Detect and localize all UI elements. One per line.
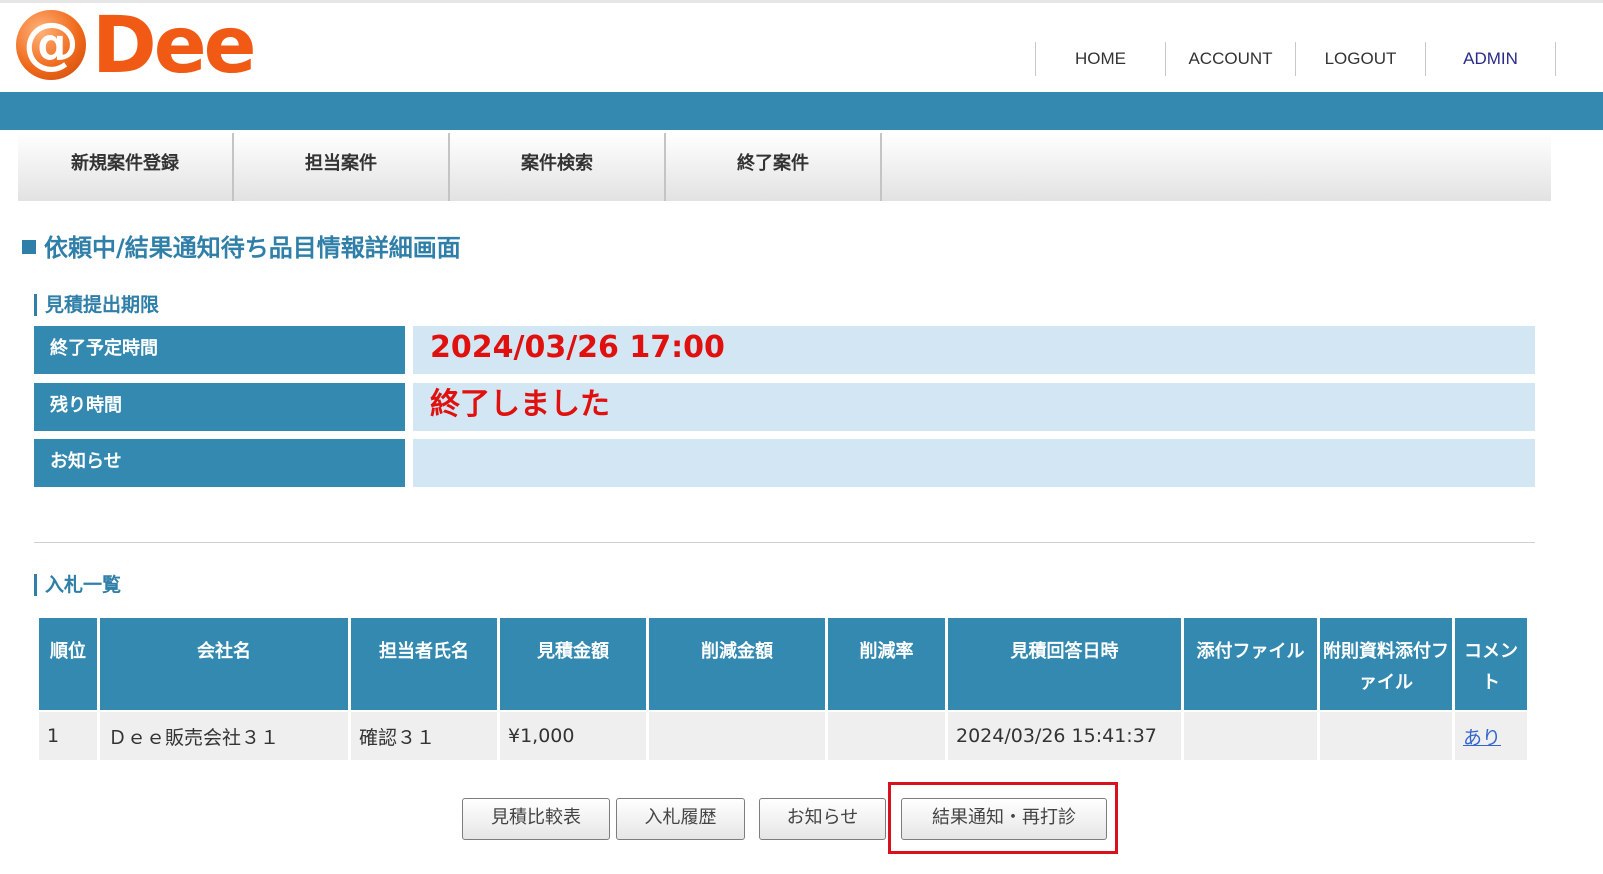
col-reduction-rate: 削減率: [828, 618, 945, 710]
page-title-text: 依頼中/結果通知待ち品目情報詳細画面: [44, 234, 461, 262]
cell-comment: あり: [1455, 712, 1527, 760]
menu-assigned-projects[interactable]: 担当案件: [234, 133, 450, 201]
cell-attachment: [1184, 712, 1317, 760]
deadline-section-label: 見積提出期限: [34, 294, 159, 316]
bids-header-row: 順位 会社名 担当者氏名 見積金額 削減金額 削減率 見積回答日時 添付ファイル…: [39, 618, 1527, 710]
compare-button[interactable]: 見積比較表: [462, 798, 610, 840]
col-comment: コメント: [1455, 618, 1527, 710]
info-row-notice: お知らせ: [34, 439, 1535, 487]
highlight-annotation-box: [888, 782, 1118, 854]
cell-estimate: ¥1,000: [500, 712, 646, 760]
title-square-icon: [22, 240, 36, 254]
cell-reduction: [649, 712, 825, 760]
col-attachment: 添付ファイル: [1184, 618, 1317, 710]
table-row: 1 Ｄｅｅ販売会社３１ 確認３１ ¥1,000 2024/03/26 15:41…: [39, 712, 1527, 760]
cell-contact: 確認３１: [351, 712, 497, 760]
logo-at-mark: @: [16, 10, 86, 80]
bid-history-button[interactable]: 入札履歴: [616, 798, 745, 840]
col-answer-datetime: 見積回答日時: [948, 618, 1181, 710]
notice-button[interactable]: お知らせ: [759, 798, 886, 840]
info-row-end-time: 終了予定時間 2024/03/26 17:00: [34, 326, 1535, 374]
cell-reduction-rate: [828, 712, 945, 760]
logo-wordmark: Dee: [92, 1, 257, 91]
page-title: 依頼中/結果通知待ち品目情報詳細画面: [22, 228, 461, 263]
cell-company: Ｄｅｅ販売会社３１: [100, 712, 348, 760]
top-navigation: HOME ACCOUNT LOGOUT ADMIN: [1035, 42, 1556, 76]
col-reduction: 削減金額: [649, 618, 825, 710]
col-estimate: 見積金額: [500, 618, 646, 710]
main-menu: 新規案件登録 担当案件 案件検索 終了案件: [18, 133, 1551, 201]
menu-new-project[interactable]: 新規案件登録: [18, 133, 234, 201]
cell-answer-datetime: 2024/03/26 15:41:37: [948, 712, 1181, 760]
end-time-label: 終了予定時間: [34, 326, 405, 374]
remaining-time-value: 終了しました: [413, 383, 1535, 431]
section-divider: [34, 542, 1535, 543]
notice-value: [413, 439, 1535, 487]
menu-closed-projects[interactable]: 終了案件: [666, 133, 882, 201]
nav-admin-link[interactable]: ADMIN: [1425, 42, 1556, 76]
comment-link[interactable]: あり: [1463, 727, 1501, 749]
bids-section-label: 入札一覧: [34, 574, 121, 596]
nav-account-link[interactable]: ACCOUNT: [1165, 42, 1295, 76]
menu-project-search[interactable]: 案件検索: [450, 133, 666, 201]
nav-logout-link[interactable]: LOGOUT: [1295, 42, 1425, 76]
nav-home-link[interactable]: HOME: [1035, 42, 1165, 76]
end-time-value: 2024/03/26 17:00: [413, 326, 1535, 374]
header-band: [0, 92, 1603, 130]
col-contact: 担当者氏名: [351, 618, 497, 710]
bids-table: 順位 会社名 担当者氏名 見積金額 削減金額 削減率 見積回答日時 添付ファイル…: [36, 616, 1530, 762]
dee-logo[interactable]: @ Dee: [16, 1, 257, 91]
col-supplementary-attachment: 附則資料添付ファイル: [1320, 618, 1452, 710]
cell-rank: 1: [39, 712, 97, 760]
cell-supplementary-attachment: [1320, 712, 1452, 760]
remaining-time-label: 残り時間: [34, 383, 405, 431]
notice-label: お知らせ: [34, 439, 405, 487]
col-rank: 順位: [39, 618, 97, 710]
col-company: 会社名: [100, 618, 348, 710]
info-row-remaining: 残り時間 終了しました: [34, 383, 1535, 431]
